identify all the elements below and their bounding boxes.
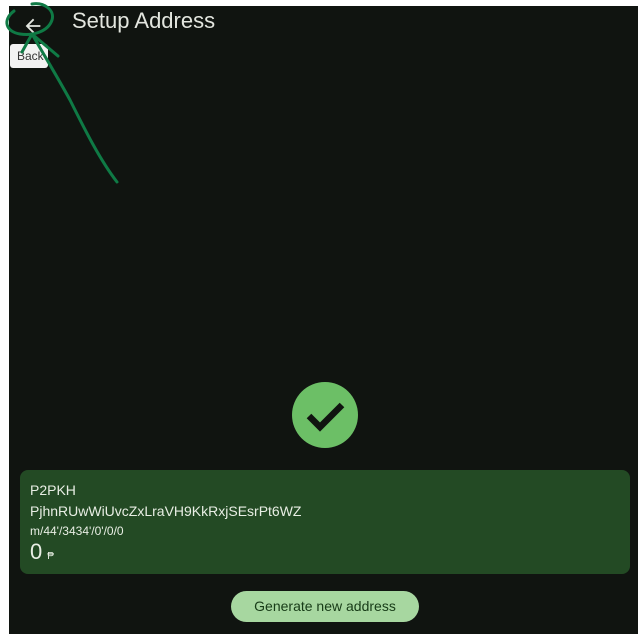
success-check-icon — [292, 382, 358, 448]
address-text: PjhnRUwWiUvcZxLraVH9KkRxjSEsrPt6WZ — [30, 503, 302, 519]
derivation-path: m/44'/3434'/0'/0/0 — [30, 524, 124, 538]
balance-value: 0 — [30, 539, 43, 564]
back-button[interactable] — [17, 10, 49, 42]
app-window: Setup Address Back P2PKH PjhnRUwWiUvcZxL… — [9, 6, 638, 634]
back-tooltip: Back — [10, 44, 48, 68]
currency-symbol: ₱ — [47, 551, 54, 562]
page-title: Setup Address — [72, 8, 216, 33]
address-card[interactable]: P2PKH PjhnRUwWiUvcZxLraVH9KkRxjSEsrPt6WZ… — [20, 470, 630, 574]
arrow-back-icon — [25, 18, 41, 34]
balance-row: 0 ₱ — [30, 539, 620, 565]
generate-address-button[interactable]: Generate new address — [231, 591, 419, 622]
address-type: P2PKH — [30, 482, 76, 498]
